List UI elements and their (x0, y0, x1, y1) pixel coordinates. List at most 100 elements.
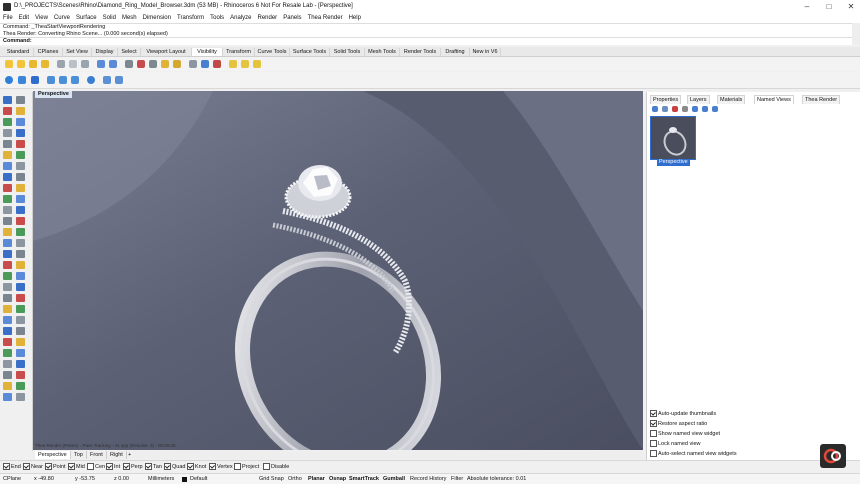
option-restore-aspect-ratio[interactable]: Restore aspect ratio (650, 420, 707, 428)
tab-visibility[interactable]: Visibility (192, 48, 223, 56)
tool-icon[interactable] (16, 118, 25, 126)
restore-view-icon[interactable] (692, 106, 698, 112)
show-selected-icon[interactable] (29, 60, 37, 68)
lock-swap-icon[interactable] (81, 60, 89, 68)
tool-icon[interactable] (16, 140, 25, 148)
menu-dimension[interactable]: Dimension (140, 14, 174, 23)
menu-solid[interactable]: Solid (100, 14, 119, 23)
named-view-thumbnail[interactable] (650, 116, 696, 160)
tool-icon[interactable] (16, 173, 25, 181)
tool-icon[interactable] (3, 118, 12, 126)
tool-icon[interactable] (3, 206, 12, 214)
menu-file[interactable]: File (0, 14, 16, 23)
viewport-tab-perspective[interactable]: Perspective (35, 451, 71, 459)
hide-in-detail-icon[interactable] (213, 60, 221, 68)
menu-analyze[interactable]: Analyze (227, 14, 254, 23)
tab-display[interactable]: Display (92, 48, 118, 56)
status-grid-snap[interactable]: Grid Snap (259, 475, 284, 483)
save-render-icon[interactable] (31, 76, 39, 84)
tool-icon[interactable] (3, 393, 12, 401)
tool-icon[interactable] (16, 360, 25, 368)
hide-points-icon[interactable] (109, 60, 117, 68)
osnap-project[interactable]: Project (234, 463, 259, 471)
tool-icon[interactable] (16, 239, 25, 247)
tool-icon[interactable] (3, 327, 12, 335)
panel-tab-layers[interactable]: Layers (687, 95, 710, 104)
tool-icon[interactable] (16, 382, 25, 390)
tab-select[interactable]: Select (118, 48, 141, 56)
import-view-icon[interactable] (702, 106, 708, 112)
menu-transform[interactable]: Transform (174, 14, 207, 23)
hide-swap-icon[interactable] (41, 60, 49, 68)
tool-icon[interactable] (3, 283, 12, 291)
perspective-viewport[interactable] (33, 91, 643, 450)
tool-icon[interactable] (16, 294, 25, 302)
tool-icon[interactable] (3, 228, 12, 236)
menu-curve[interactable]: Curve (51, 14, 73, 23)
camera-icon[interactable] (47, 76, 55, 84)
new-view-icon[interactable] (652, 106, 658, 112)
thumbnails-icon[interactable] (712, 106, 718, 112)
osnap-end[interactable]: End (3, 463, 21, 471)
edit-points-icon[interactable] (149, 60, 157, 68)
object-editor-icon[interactable] (115, 76, 123, 84)
tool-icon[interactable] (16, 151, 25, 159)
tab-surface-tools[interactable]: Surface Tools (290, 48, 330, 56)
rename-view-icon[interactable] (682, 106, 688, 112)
play-render-icon[interactable] (5, 76, 13, 84)
tool-icon[interactable] (16, 316, 25, 324)
menu-thea-render[interactable]: Thea Render (305, 14, 346, 23)
viewport-tab-top[interactable]: Top (71, 451, 87, 459)
show-lights-icon[interactable] (229, 60, 237, 68)
status-smarttrack[interactable]: SmartTrack (349, 475, 379, 483)
light-icon[interactable] (161, 60, 169, 68)
tool-icon[interactable] (16, 327, 25, 335)
panel-tab-materials[interactable]: Materials (717, 95, 746, 104)
tab-viewport-layout[interactable]: Viewport Layout (141, 48, 192, 56)
status-cplane[interactable]: CPlane (3, 475, 21, 483)
tool-icon[interactable] (3, 96, 12, 104)
tab-solid-tools[interactable]: Solid Tools (330, 48, 365, 56)
menu-help[interactable]: Help (346, 14, 364, 23)
tool-icon[interactable] (16, 338, 25, 346)
menu-surface[interactable]: Surface (73, 14, 100, 23)
isocurve-icon[interactable] (201, 60, 209, 68)
tool-icon[interactable] (16, 217, 25, 225)
named-view-label[interactable]: Perspective (657, 159, 690, 166)
viewport-tab-front[interactable]: Front (87, 451, 107, 459)
hide-objects-icon[interactable] (5, 60, 13, 68)
open-folder-icon[interactable] (59, 76, 67, 84)
tool-icon[interactable] (16, 195, 25, 203)
tool-icon[interactable] (16, 250, 25, 258)
tool-icon[interactable] (16, 184, 25, 192)
option-lock-named-view[interactable]: Lock named view (650, 440, 701, 448)
minimize-icon[interactable]: – (801, 2, 813, 12)
material-editor-icon[interactable] (103, 76, 111, 84)
settings-gear-icon[interactable] (87, 76, 95, 84)
clipping-plane-icon[interactable] (189, 60, 197, 68)
osnap-cen[interactable]: Cen (87, 463, 105, 471)
option-auto-select-widgets[interactable]: Auto-select named view widgets (650, 450, 737, 458)
tool-icon[interactable] (3, 338, 12, 346)
tool-icon[interactable] (3, 316, 12, 324)
tool-icon[interactable] (3, 107, 12, 115)
tool-icon[interactable] (3, 173, 12, 181)
maximize-icon[interactable]: □ (823, 2, 835, 12)
tool-icon[interactable] (3, 371, 12, 379)
osnap-tan[interactable]: Tan (145, 463, 162, 471)
tab-set-view[interactable]: Set View (63, 48, 92, 56)
status-osnap[interactable]: Osnap (329, 475, 346, 483)
osnap-mid[interactable]: Mid (68, 463, 85, 471)
menu-panels[interactable]: Panels (280, 14, 304, 23)
viewport-tab-right[interactable]: Right (107, 451, 127, 459)
grid-icon[interactable] (125, 60, 133, 68)
osnap-quad[interactable]: Quad (164, 463, 185, 471)
tool-icon[interactable] (16, 349, 25, 357)
tab-mesh-tools[interactable]: Mesh Tools (365, 48, 400, 56)
tool-icon[interactable] (16, 393, 25, 401)
stop-render-icon[interactable] (18, 76, 26, 84)
tab-curve-tools[interactable]: Curve Tools (255, 48, 290, 56)
show-objects-icon[interactable] (17, 60, 25, 68)
option-show-named-view-widget[interactable]: Show named view widget (650, 430, 720, 438)
menu-mesh[interactable]: Mesh (119, 14, 140, 23)
